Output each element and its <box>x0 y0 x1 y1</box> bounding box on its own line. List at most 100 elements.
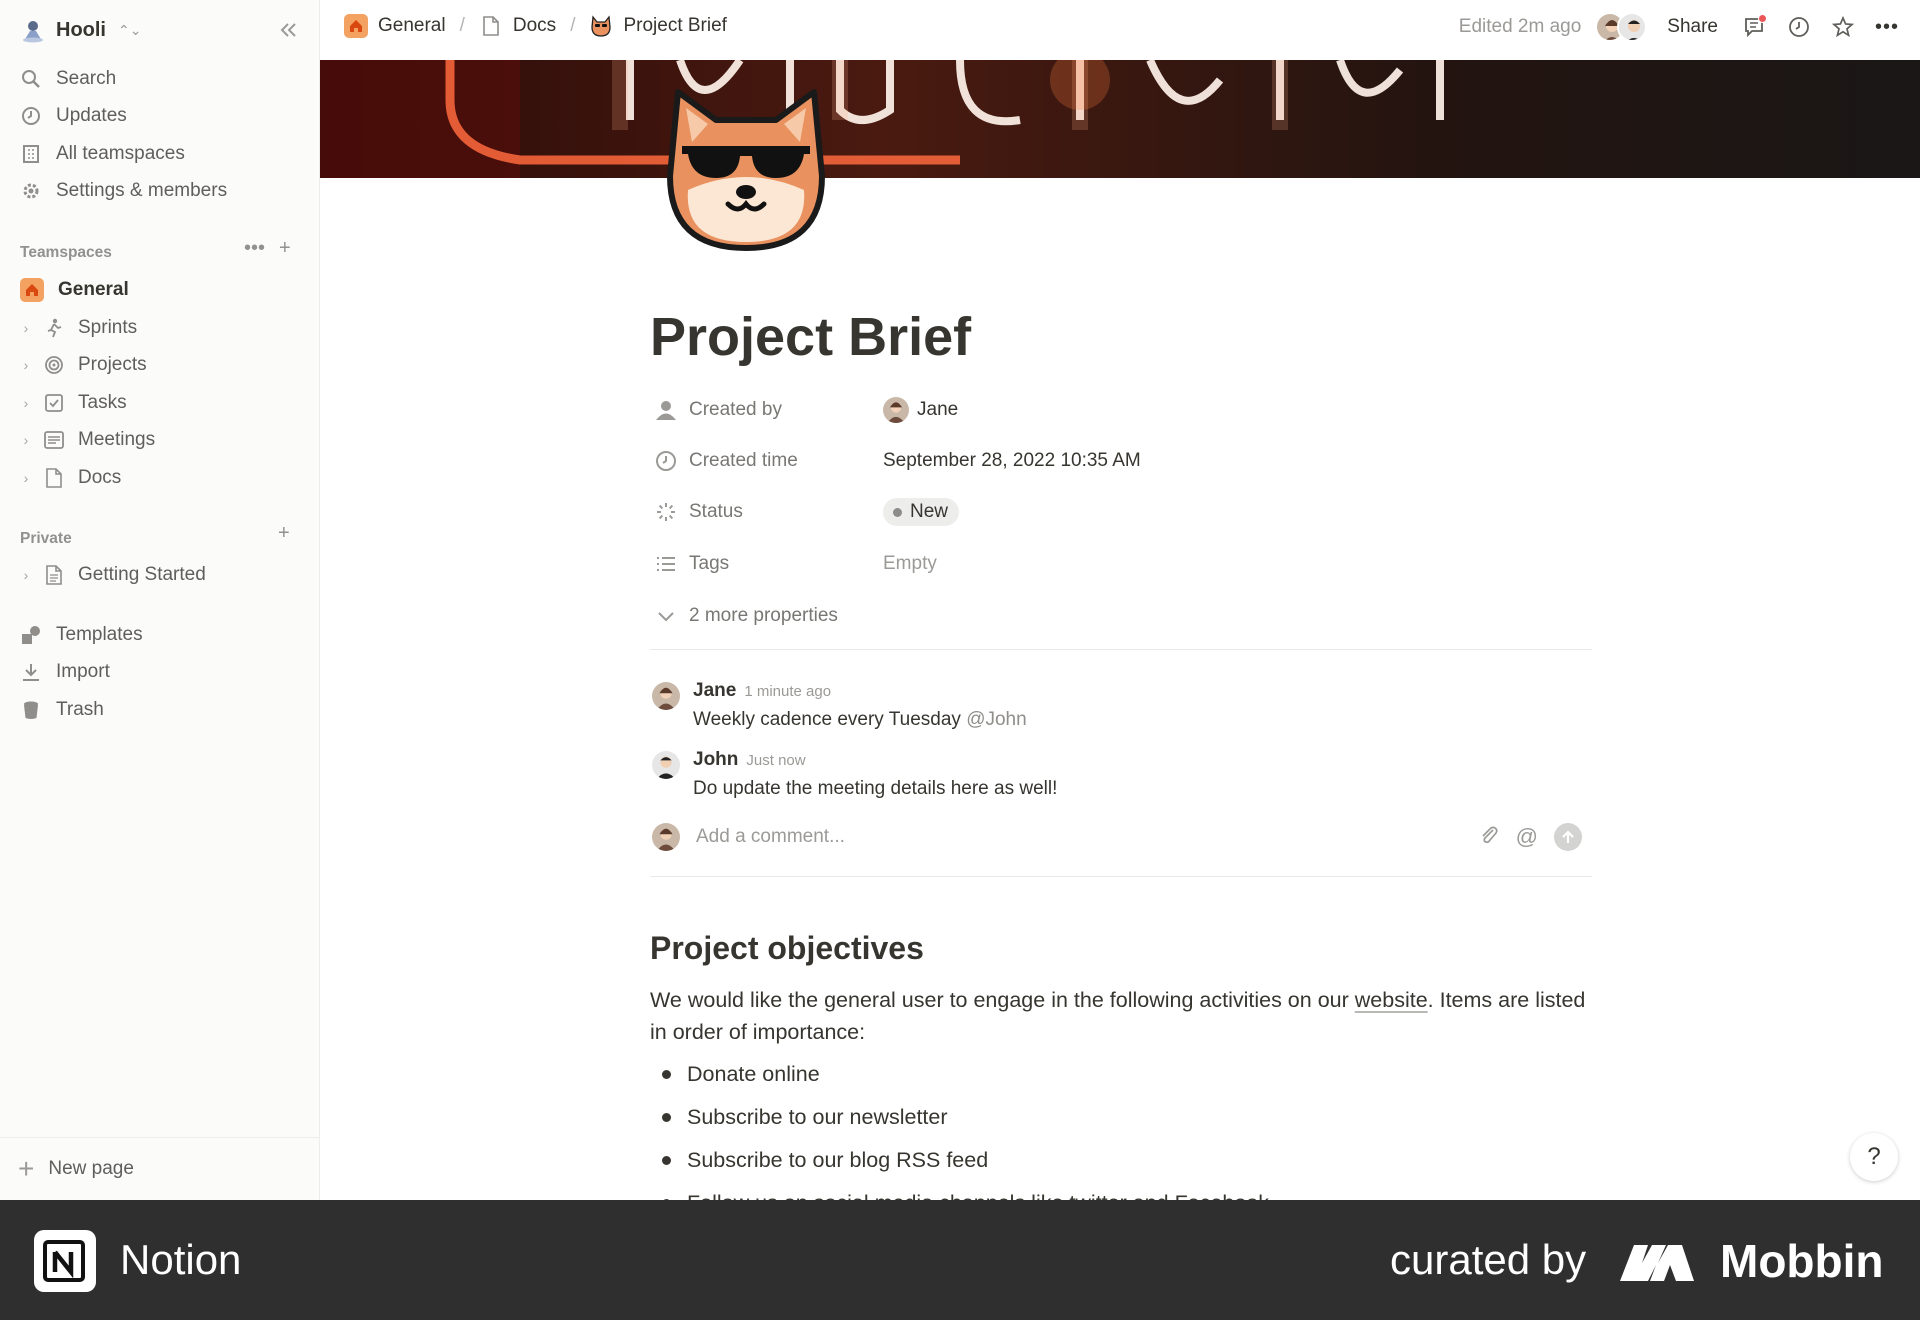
plus-icon: + <box>18 1152 35 1184</box>
expand-arrow-icon[interactable]: › <box>18 320 34 336</box>
collapse-sidebar-icon[interactable] <box>274 16 302 44</box>
add-private-page-icon[interactable]: + <box>278 522 290 545</box>
clock-icon <box>20 105 42 127</box>
property-name: Tags <box>689 553 730 574</box>
avatar <box>652 682 680 710</box>
home-icon <box>20 278 44 302</box>
property-name: Created time <box>689 450 798 471</box>
comment-body: Weekly cadence every Tuesday <box>693 709 961 730</box>
mention-icon[interactable]: @ <box>1516 824 1538 850</box>
bullet-item[interactable]: Subscribe to our blog RSS feed <box>650 1148 988 1173</box>
send-comment-button[interactable] <box>1554 823 1582 851</box>
expand-arrow-icon[interactable]: › <box>18 567 34 583</box>
add-teamspace-icon[interactable]: + <box>279 237 291 260</box>
more-properties-toggle[interactable]: 2 more properties <box>653 598 838 634</box>
workspace-switcher[interactable]: Hooli ⌃⌄ <box>20 14 141 46</box>
comment[interactable]: Jane 1 minute ago Weekly cadence every Tu… <box>652 680 1552 730</box>
property-created-time[interactable]: Created time September 28, 2022 10:35 AM <box>653 443 1141 479</box>
page-icon-shiba[interactable] <box>658 78 834 254</box>
comment-body: Do update the meeting details here as we… <box>693 778 1058 799</box>
sidebar-item-label: All teamspaces <box>56 143 185 164</box>
bullet-text: Donate online <box>687 1062 820 1086</box>
sidebar-item-tasks[interactable]: › Tasks <box>18 386 127 420</box>
sidebar-item-trash[interactable]: Trash <box>20 693 104 727</box>
comments-icon[interactable] <box>1740 12 1770 42</box>
sidebar-item-label: General <box>58 279 129 300</box>
property-value: September 28, 2022 10:35 AM <box>883 450 1141 471</box>
sidebar: Hooli ⌃⌄ Search Updates All teamspaces S… <box>0 0 320 1200</box>
paragraph-text: We would like the general user to engage… <box>650 988 1355 1012</box>
expand-arrow-icon[interactable]: › <box>18 470 34 486</box>
trash-icon <box>20 699 42 721</box>
divider <box>650 649 1592 650</box>
history-icon[interactable] <box>1784 12 1814 42</box>
cover-image[interactable] <box>320 60 1920 178</box>
comment-input[interactable]: Add a comment... <box>696 826 845 848</box>
comment-mention[interactable]: @John <box>966 709 1027 730</box>
bullet-text: Subscribe to our blog RSS feed <box>687 1148 989 1172</box>
breadcrumb-general[interactable]: General <box>378 15 446 37</box>
property-value: Empty <box>883 553 937 574</box>
clock-icon <box>653 448 679 474</box>
target-icon <box>42 354 66 376</box>
more-icon[interactable]: ••• <box>244 237 265 260</box>
sidebar-item-docs[interactable]: › Docs <box>18 461 122 495</box>
breadcrumb-current-page[interactable]: Project Brief <box>623 15 726 37</box>
property-value: Jane <box>883 397 958 423</box>
sidebar-item-sprints[interactable]: › Sprints <box>18 311 137 345</box>
sidebar-item-general[interactable]: General <box>20 273 129 307</box>
new-page-button[interactable]: + New page <box>0 1137 320 1199</box>
avatar <box>652 751 680 779</box>
avatar <box>883 397 909 423</box>
property-name: Created by <box>689 399 782 420</box>
property-tags[interactable]: Tags Empty <box>653 546 937 582</box>
sidebar-item-updates[interactable]: Updates <box>20 99 127 133</box>
section-heading[interactable]: Project objectives <box>650 930 924 967</box>
chevron-down-icon <box>653 603 679 629</box>
comment[interactable]: John Just now Do update the meeting detai… <box>652 749 1552 799</box>
notes-icon <box>42 429 66 451</box>
expand-arrow-icon[interactable]: › <box>18 432 34 448</box>
sidebar-item-projects[interactable]: › Projects <box>18 348 147 382</box>
help-button[interactable]: ? <box>1850 1133 1898 1181</box>
status-badge[interactable]: New <box>883 498 960 526</box>
collaborator-avatars[interactable] <box>1595 12 1648 42</box>
workspace-logo <box>23 21 43 43</box>
breadcrumb-separator: / <box>570 15 576 36</box>
property-status[interactable]: Status New <box>653 494 960 530</box>
sidebar-item-settings[interactable]: Settings & members <box>20 174 227 208</box>
bullet-item[interactable]: Subscribe to our newsletter <box>650 1105 948 1130</box>
expand-arrow-icon[interactable]: › <box>18 357 34 373</box>
gear-icon <box>20 180 42 202</box>
sidebar-item-label: Tasks <box>78 392 127 413</box>
curated-by-label: curated by <box>1390 1236 1587 1283</box>
breadcrumb-docs[interactable]: Docs <box>513 15 556 37</box>
website-link[interactable]: website <box>1355 988 1428 1012</box>
sidebar-item-import[interactable]: Import <box>20 655 110 689</box>
chevron-updown-icon: ⌃⌄ <box>118 21 142 38</box>
download-icon <box>20 661 42 683</box>
sidebar-item-label: Getting Started <box>78 564 206 585</box>
new-page-label: New page <box>48 1157 134 1179</box>
page-title[interactable]: Project Brief <box>650 306 971 368</box>
sidebar-item-all-teamspaces[interactable]: All teamspaces <box>20 137 185 171</box>
star-icon[interactable] <box>1828 12 1858 42</box>
divider <box>650 876 1592 877</box>
breadcrumb: General / Docs / Project Brief <box>344 14 727 38</box>
sidebar-item-label: Import <box>56 661 110 682</box>
property-created-by[interactable]: Created by Jane <box>653 392 958 428</box>
shapes-icon <box>20 624 42 646</box>
attachment-icon[interactable] <box>1478 824 1500 851</box>
share-button[interactable]: Share <box>1667 16 1718 38</box>
bullet-item[interactable]: Donate online <box>650 1062 820 1087</box>
document-icon <box>42 467 66 489</box>
sidebar-item-getting-started[interactable]: › Getting Started <box>18 558 206 592</box>
sidebar-item-search[interactable]: Search <box>20 62 116 96</box>
more-options-icon[interactable]: ••• <box>1872 12 1902 42</box>
expand-arrow-icon[interactable]: › <box>18 395 34 411</box>
sidebar-item-meetings[interactable]: › Meetings <box>18 423 155 457</box>
sidebar-item-label: Trash <box>56 699 104 720</box>
sidebar-item-templates[interactable]: Templates <box>20 618 143 652</box>
teamspaces-header: Teamspaces <box>20 244 112 261</box>
paragraph[interactable]: We would like the general user to engage… <box>650 984 1590 1048</box>
